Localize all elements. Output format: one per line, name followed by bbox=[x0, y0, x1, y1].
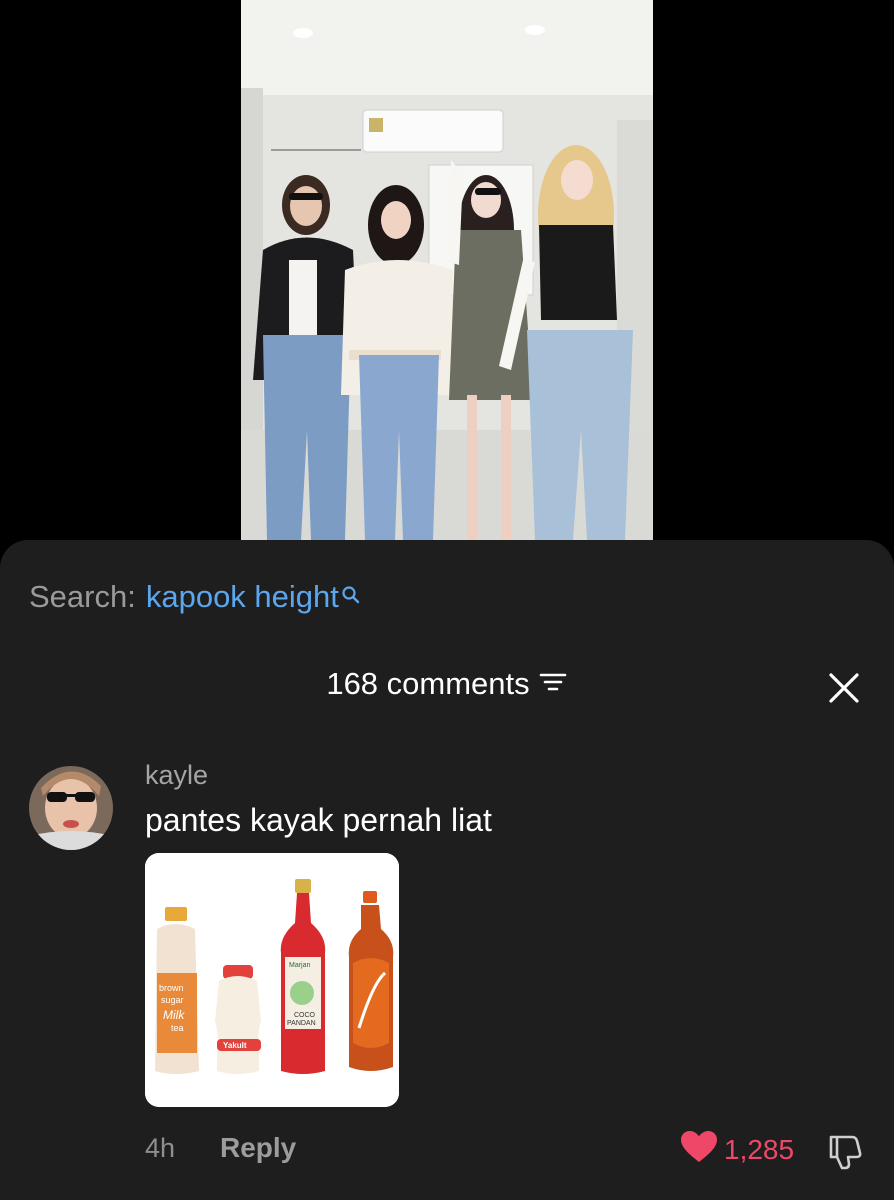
comment-text: pantes kayak pernah liat bbox=[145, 802, 492, 838]
filter-icon[interactable] bbox=[538, 666, 568, 702]
pandan-label: PANDAN bbox=[287, 1020, 316, 1027]
comments-count: 168 comments bbox=[326, 666, 530, 701]
yakult-label: Yakult bbox=[223, 1041, 247, 1050]
search-label: Search: bbox=[29, 579, 136, 614]
heart-icon[interactable] bbox=[680, 1130, 718, 1169]
reply-button[interactable]: Reply bbox=[220, 1132, 296, 1164]
coco-label: COCO bbox=[294, 1012, 316, 1019]
comments-sheet: Search: kapook height 168 comments kayle… bbox=[0, 540, 894, 1200]
brown-label: brown bbox=[159, 983, 184, 993]
avatar[interactable] bbox=[29, 766, 113, 850]
milk-label: Milk bbox=[163, 1008, 185, 1022]
marjan-label: Marjan bbox=[289, 962, 311, 969]
search-suggestion[interactable]: Search: kapook height bbox=[29, 579, 361, 615]
video-frame bbox=[241, 0, 653, 540]
sugar-label: sugar bbox=[161, 995, 184, 1005]
comments-header: 168 comments bbox=[0, 666, 894, 702]
comment-image[interactable]: brown sugar Milk tea Yakult Marjan COCO … bbox=[145, 853, 399, 1107]
search-term-link[interactable]: kapook height bbox=[146, 579, 339, 615]
comment-time: 4h bbox=[145, 1133, 176, 1163]
comment-username[interactable]: kayle bbox=[145, 760, 208, 791]
tea-label: tea bbox=[171, 1023, 184, 1033]
video-player[interactable] bbox=[241, 0, 653, 540]
like-button[interactable]: 1,285 bbox=[680, 1130, 794, 1169]
dislike-icon[interactable] bbox=[824, 1131, 864, 1176]
search-icon bbox=[341, 577, 361, 613]
like-count: 1,285 bbox=[724, 1133, 795, 1165]
close-icon[interactable] bbox=[826, 670, 862, 706]
